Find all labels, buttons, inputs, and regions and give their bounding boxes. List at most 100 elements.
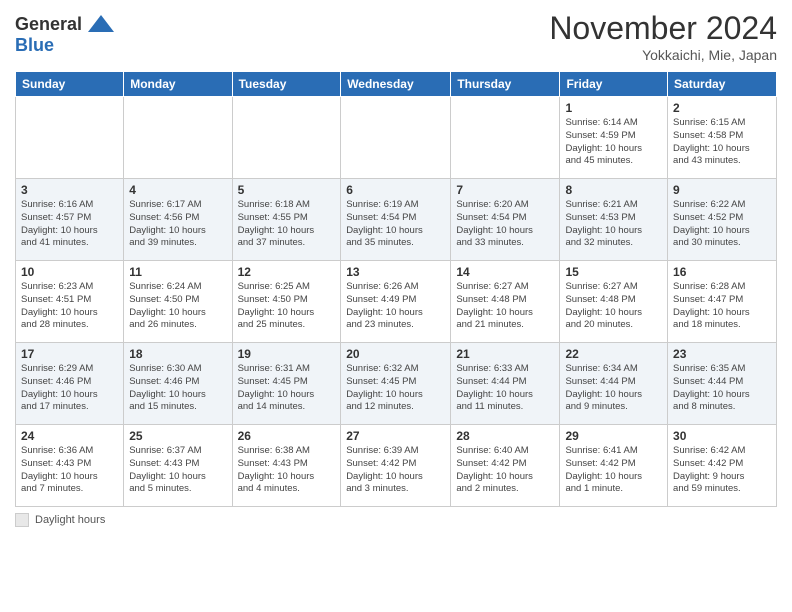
day-number: 2: [673, 101, 771, 115]
calendar-cell-empty: [451, 97, 560, 179]
legend: Daylight hours: [15, 513, 777, 527]
calendar-cell-25: 25 Sunrise: 6:37 AM Sunset: 4:43 PM Dayli…: [124, 425, 232, 507]
day-info: Sunrise: 6:25 AM Sunset: 4:50 PM Dayligh…: [238, 281, 336, 332]
day-number: 6: [346, 183, 445, 197]
day-number: 20: [346, 347, 445, 361]
title-section: November 2024 Yokkaichi, Mie, Japan: [549, 10, 777, 63]
day-number: 9: [673, 183, 771, 197]
day-info: Sunrise: 6:27 AM Sunset: 4:48 PM Dayligh…: [565, 281, 662, 332]
calendar-header-tuesday: Tuesday: [232, 72, 341, 97]
day-number: 24: [21, 429, 118, 443]
day-number: 28: [456, 429, 554, 443]
calendar-header-row: SundayMondayTuesdayWednesdayThursdayFrid…: [16, 72, 777, 97]
logo-icon: [86, 10, 116, 40]
logo-blue: Blue: [15, 36, 54, 56]
day-info: Sunrise: 6:22 AM Sunset: 4:52 PM Dayligh…: [673, 199, 771, 250]
calendar-cell-19: 19Sunrise: 6:31 AM Sunset: 4:45 PM Dayli…: [232, 343, 341, 425]
legend-label: Daylight hours: [35, 514, 105, 526]
calendar-cell-1: 1Sunrise: 6:14 AM Sunset: 4:59 PM Daylig…: [560, 97, 668, 179]
calendar-cell-11: 11 Sunrise: 6:24 AM Sunset: 4:50 PM Dayli…: [124, 261, 232, 343]
day-info: Sunrise: 6:28 AM Sunset: 4:47 PM Dayligh…: [673, 281, 771, 332]
calendar-cell-20: 20 Sunrise: 6:32 AM Sunset: 4:45 PM Dayli…: [341, 343, 451, 425]
calendar-week-4: 17 Sunrise: 6:29 AM Sunset: 4:46 PM Dayli…: [16, 343, 777, 425]
calendar-cell-empty: [16, 97, 124, 179]
day-number: 7: [456, 183, 554, 197]
calendar-cell-17: 17 Sunrise: 6:29 AM Sunset: 4:46 PM Dayli…: [16, 343, 124, 425]
day-number: 27: [346, 429, 445, 443]
calendar-header-thursday: Thursday: [451, 72, 560, 97]
day-number: 3: [21, 183, 118, 197]
calendar-cell-16: 16 Sunrise: 6:28 AM Sunset: 4:47 PM Dayli…: [668, 261, 777, 343]
calendar-cell-6: 6 Sunrise: 6:19 AM Sunset: 4:54 PM Daylig…: [341, 179, 451, 261]
calendar-cell-7: 7 Sunrise: 6:20 AM Sunset: 4:54 PM Daylig…: [451, 179, 560, 261]
day-number: 8: [565, 183, 662, 197]
logo: General Blue: [15, 10, 116, 56]
day-info: Sunrise: 6:30 AM Sunset: 4:46 PM Dayligh…: [129, 363, 226, 414]
day-info: Sunrise: 6:36 AM Sunset: 4:43 PM Dayligh…: [21, 445, 118, 496]
calendar-cell-22: 22Sunrise: 6:34 AM Sunset: 4:44 PM Dayli…: [560, 343, 668, 425]
calendar-cell-23: 23 Sunrise: 6:35 AM Sunset: 4:44 PM Dayli…: [668, 343, 777, 425]
day-number: 11: [129, 265, 226, 279]
day-number: 13: [346, 265, 445, 279]
day-number: 5: [238, 183, 336, 197]
day-info: Sunrise: 6:38 AM Sunset: 4:43 PM Dayligh…: [238, 445, 336, 496]
day-number: 17: [21, 347, 118, 361]
day-info: Sunrise: 6:37 AM Sunset: 4:43 PM Dayligh…: [129, 445, 226, 496]
calendar-header-sunday: Sunday: [16, 72, 124, 97]
day-info: Sunrise: 6:41 AM Sunset: 4:42 PM Dayligh…: [565, 445, 662, 496]
calendar-cell-empty: [124, 97, 232, 179]
calendar-table: SundayMondayTuesdayWednesdayThursdayFrid…: [15, 71, 777, 507]
calendar-cell-12: 12 Sunrise: 6:25 AM Sunset: 4:50 PM Dayli…: [232, 261, 341, 343]
calendar-cell-8: 8 Sunrise: 6:21 AM Sunset: 4:53 PM Daylig…: [560, 179, 668, 261]
calendar-header-monday: Monday: [124, 72, 232, 97]
day-number: 16: [673, 265, 771, 279]
legend-box: [15, 513, 29, 527]
calendar-week-5: 24 Sunrise: 6:36 AM Sunset: 4:43 PM Dayli…: [16, 425, 777, 507]
calendar-cell-empty: [341, 97, 451, 179]
calendar-cell-18: 18 Sunrise: 6:30 AM Sunset: 4:46 PM Dayli…: [124, 343, 232, 425]
calendar-cell-30: 30 Sunrise: 6:42 AM Sunset: 4:42 PM Dayli…: [668, 425, 777, 507]
calendar-cell-empty: [232, 97, 341, 179]
calendar-week-1: 1Sunrise: 6:14 AM Sunset: 4:59 PM Daylig…: [16, 97, 777, 179]
calendar-cell-14: 14Sunrise: 6:27 AM Sunset: 4:48 PM Dayli…: [451, 261, 560, 343]
day-number: 10: [21, 265, 118, 279]
day-info: Sunrise: 6:35 AM Sunset: 4:44 PM Dayligh…: [673, 363, 771, 414]
day-number: 19: [238, 347, 336, 361]
page-container: General Blue November 2024 Yokkaichi, Mi…: [0, 0, 792, 537]
day-info: Sunrise: 6:17 AM Sunset: 4:56 PM Dayligh…: [129, 199, 226, 250]
day-number: 1: [565, 101, 662, 115]
calendar-week-2: 3 Sunrise: 6:16 AM Sunset: 4:57 PM Daylig…: [16, 179, 777, 261]
day-number: 26: [238, 429, 336, 443]
day-info: Sunrise: 6:32 AM Sunset: 4:45 PM Dayligh…: [346, 363, 445, 414]
day-info: Sunrise: 6:42 AM Sunset: 4:42 PM Dayligh…: [673, 445, 771, 496]
day-number: 23: [673, 347, 771, 361]
calendar-cell-9: 9 Sunrise: 6:22 AM Sunset: 4:52 PM Daylig…: [668, 179, 777, 261]
day-info: Sunrise: 6:19 AM Sunset: 4:54 PM Dayligh…: [346, 199, 445, 250]
day-number: 18: [129, 347, 226, 361]
day-info: Sunrise: 6:16 AM Sunset: 4:57 PM Dayligh…: [21, 199, 118, 250]
day-number: 25: [129, 429, 226, 443]
day-info: Sunrise: 6:23 AM Sunset: 4:51 PM Dayligh…: [21, 281, 118, 332]
calendar-cell-4: 4Sunrise: 6:17 AM Sunset: 4:56 PM Daylig…: [124, 179, 232, 261]
day-info: Sunrise: 6:24 AM Sunset: 4:50 PM Dayligh…: [129, 281, 226, 332]
day-number: 22: [565, 347, 662, 361]
day-number: 15: [565, 265, 662, 279]
day-info: Sunrise: 6:20 AM Sunset: 4:54 PM Dayligh…: [456, 199, 554, 250]
month-title: November 2024: [549, 10, 777, 47]
calendar-cell-3: 3 Sunrise: 6:16 AM Sunset: 4:57 PM Daylig…: [16, 179, 124, 261]
calendar-cell-28: 28 Sunrise: 6:40 AM Sunset: 4:42 PM Dayli…: [451, 425, 560, 507]
day-info: Sunrise: 6:21 AM Sunset: 4:53 PM Dayligh…: [565, 199, 662, 250]
calendar-week-3: 10 Sunrise: 6:23 AM Sunset: 4:51 PM Dayli…: [16, 261, 777, 343]
calendar-cell-29: 29Sunrise: 6:41 AM Sunset: 4:42 PM Dayli…: [560, 425, 668, 507]
day-info: Sunrise: 6:29 AM Sunset: 4:46 PM Dayligh…: [21, 363, 118, 414]
day-number: 12: [238, 265, 336, 279]
logo-general: General: [15, 15, 82, 35]
day-info: Sunrise: 6:40 AM Sunset: 4:42 PM Dayligh…: [456, 445, 554, 496]
calendar-header-wednesday: Wednesday: [341, 72, 451, 97]
calendar-cell-13: 13 Sunrise: 6:26 AM Sunset: 4:49 PM Dayli…: [341, 261, 451, 343]
calendar-cell-26: 26 Sunrise: 6:38 AM Sunset: 4:43 PM Dayli…: [232, 425, 341, 507]
day-number: 21: [456, 347, 554, 361]
day-info: Sunrise: 6:26 AM Sunset: 4:49 PM Dayligh…: [346, 281, 445, 332]
calendar-cell-27: 27Sunrise: 6:39 AM Sunset: 4:42 PM Dayli…: [341, 425, 451, 507]
day-number: 30: [673, 429, 771, 443]
